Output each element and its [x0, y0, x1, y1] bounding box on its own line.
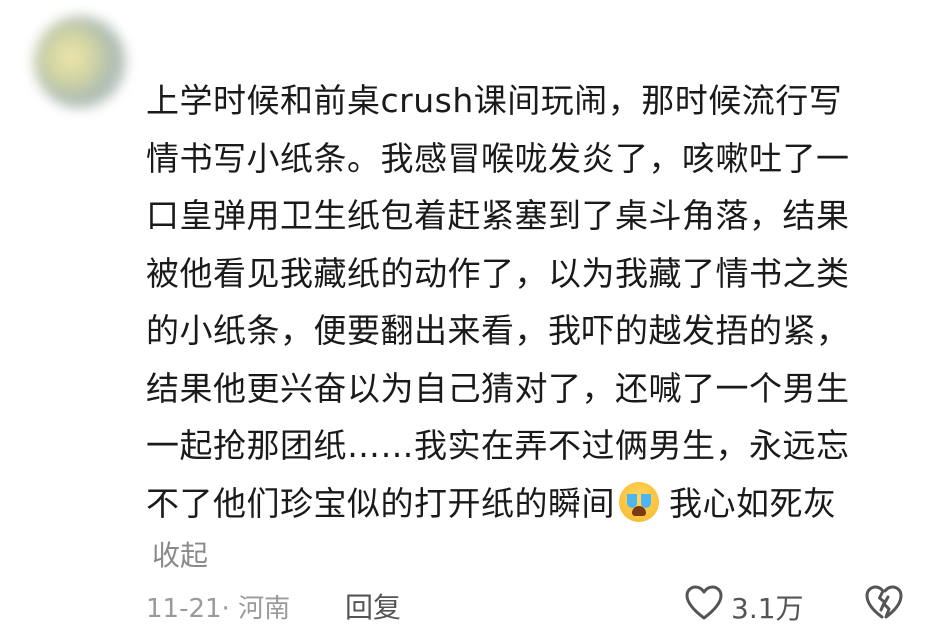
avatar[interactable] [34, 16, 126, 108]
heart-icon[interactable] [684, 584, 724, 622]
comment-line: 结果他更兴奋以为自己猜对了，还喊了一个男生 [146, 368, 850, 408]
comment-line-text: 不了他们珍宝似的打开纸的瞬间 [146, 483, 615, 523]
comment-body: 上学时候和前桌crush课间玩闹，那时候流行写 情书写小纸条。我感冒喉咙发炎了，… [146, 72, 926, 532]
comment-line-text: 我心如死灰 [669, 483, 837, 523]
like-count: 3.1万 [731, 592, 804, 625]
comment-line-last: 不了他们珍宝似的打开纸的瞬间 我心如死灰 [146, 475, 926, 533]
comment-line: 的小纸条，便要翻出来看，我吓的越发捂的紧， [146, 311, 850, 350]
comment-line: 一起抢那团纸……我实在弄不过俩男生，永远忘 [146, 426, 850, 465]
timestamp-location: 11-21· 河南 [146, 594, 291, 624]
comment-line: 被他看见我藏纸的动作了，以为我藏了情书之类 [146, 253, 850, 293]
broken-heart-icon[interactable] [864, 584, 904, 622]
reply-button[interactable]: 回复 [345, 586, 401, 626]
comment-line: 情书写小纸条。我感冒喉咙发炎了，咳嗽吐了一 [146, 138, 850, 178]
collapse-button[interactable]: 收起 [152, 534, 208, 574]
comment-line: 口皇弹用卫生纸包着赶紧塞到了桌斗角落，结果 [146, 196, 850, 235]
crying-face-emoji [619, 481, 659, 522]
comment-line: 上学时候和前桌crush课间玩闹，那时候流行写 [146, 81, 843, 120]
